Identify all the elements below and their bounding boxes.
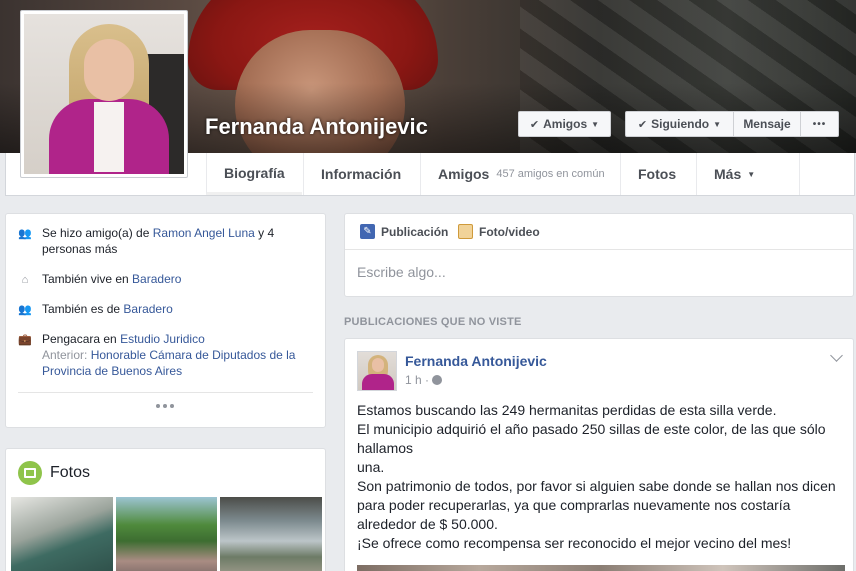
- intro-card: 👥 Se hizo amigo(a) de Ramon Angel Luna y…: [5, 213, 326, 428]
- intro-text: Se hizo amigo(a) de: [42, 226, 153, 240]
- avatar-shirt: [94, 102, 124, 172]
- tab-label: Información: [321, 166, 402, 182]
- check-icon: ✔: [637, 118, 648, 131]
- avatar-jacket: [362, 374, 394, 390]
- message-button-label: Mensaje: [743, 117, 791, 131]
- composer-tab-photo-label: Foto/video: [479, 224, 540, 239]
- intro-from-row: 👥 También es de Baradero: [18, 301, 173, 317]
- home-icon: ⌂: [21, 274, 29, 286]
- composer-tab-photo[interactable]: Foto/video: [458, 224, 540, 239]
- tab-more[interactable]: Más ▼: [696, 153, 800, 195]
- more-actions-button[interactable]: •••: [800, 111, 839, 137]
- intro-text: También vive en: [42, 272, 133, 286]
- tab-label: Biografía: [224, 164, 285, 181]
- caret-down-icon: ▼: [591, 119, 600, 129]
- photo-thumbnail[interactable]: [220, 497, 322, 571]
- composer-input[interactable]: Escribe algo...: [357, 264, 446, 280]
- hometown-link[interactable]: Baradero: [123, 302, 172, 316]
- post-line: El municipio adquirió el año pasado 250 …: [357, 421, 826, 456]
- avatar-head: [84, 39, 134, 101]
- friends-button-label: Amigos: [543, 117, 588, 131]
- tab-photos[interactable]: Fotos: [620, 153, 693, 195]
- post-card: Fernanda Antonijevic 1 h · Estamos busca…: [344, 338, 854, 571]
- intro-lives-text: También vive en Baradero: [42, 271, 181, 287]
- intro-from-text: También es de Baradero: [42, 301, 173, 317]
- intro-work-text: Pengacara en Estudio Juridico Anterior: …: [42, 331, 308, 379]
- intro-lives-row: ⌂ También vive en Baradero: [18, 271, 182, 287]
- intro-text: Pengacara en: [42, 332, 121, 346]
- composer-tab-post[interactable]: ✎ Publicación: [360, 224, 448, 239]
- friends-button[interactable]: ✔ Amigos ▼: [518, 111, 611, 137]
- divider: [18, 392, 313, 393]
- post-options-chevron-icon[interactable]: [830, 349, 843, 362]
- tab-about[interactable]: Información: [303, 153, 418, 195]
- check-icon: ✔: [529, 118, 540, 131]
- composer-tab-post-label: Publicación: [381, 224, 449, 239]
- following-button-label: Siguiendo: [651, 117, 710, 131]
- photo-thumbnail[interactable]: [11, 497, 113, 571]
- photos-title[interactable]: Fotos: [50, 464, 90, 482]
- post-author-avatar[interactable]: [357, 351, 397, 391]
- following-button[interactable]: ✔ Siguiendo ▼: [625, 111, 734, 137]
- tab-label: Amigos: [438, 166, 490, 182]
- see-more-dots-icon[interactable]: [156, 404, 176, 410]
- people-icon: 👥: [18, 228, 32, 240]
- intro-work-row: 💼 Pengacara en Estudio Juridico Anterior…: [18, 331, 308, 379]
- intro-friends-row: 👥 Se hizo amigo(a) de Ramon Angel Luna y…: [18, 225, 308, 257]
- profile-picture[interactable]: [20, 10, 188, 178]
- message-button[interactable]: Mensaje: [733, 111, 801, 137]
- photos-icon: [18, 461, 42, 485]
- workplace-link[interactable]: Estudio Juridico: [120, 332, 205, 346]
- post-timestamp[interactable]: 1 h ·: [405, 373, 429, 387]
- post-image[interactable]: [357, 565, 845, 571]
- divider: [345, 249, 853, 250]
- mutual-friends-count: 457 amigos en común: [496, 168, 605, 180]
- avatar-head: [372, 358, 384, 372]
- post-author-name[interactable]: Fernanda Antonijevic: [405, 353, 547, 369]
- caret-down-icon: ▼: [747, 169, 756, 179]
- photo-icon: [458, 224, 473, 239]
- people-icon: 👥: [18, 304, 32, 316]
- ellipsis-icon: •••: [812, 118, 827, 130]
- briefcase-icon: 💼: [18, 334, 32, 346]
- post-line: Estamos buscando las 249 hermanitas perd…: [357, 402, 777, 418]
- profile-picture-image: [24, 14, 184, 174]
- tab-label: Fotos: [638, 166, 677, 182]
- photos-card: Fotos: [5, 448, 326, 571]
- city-link[interactable]: Baradero: [132, 272, 181, 286]
- intro-text: También es de: [42, 302, 124, 316]
- pencil-icon: ✎: [360, 224, 375, 239]
- profile-name[interactable]: Fernanda Antonijevic: [205, 114, 428, 140]
- tab-timeline[interactable]: Biografía: [206, 153, 302, 195]
- friend-link[interactable]: Ramon Angel Luna: [153, 226, 255, 240]
- post-line: Son patrimonio de todos, por favor si al…: [357, 478, 836, 532]
- tab-friends[interactable]: Amigos 457 amigos en común: [420, 153, 622, 195]
- post-body: Estamos buscando las 249 hermanitas perd…: [357, 401, 847, 553]
- intro-friends-text: Se hizo amigo(a) de Ramon Angel Luna y 4…: [42, 225, 308, 257]
- post-meta: 1 h ·: [405, 373, 443, 387]
- previous-label: Anterior:: [42, 348, 91, 362]
- photo-thumbnail[interactable]: [116, 497, 217, 571]
- post-line: una.: [357, 459, 385, 475]
- tab-label: Más: [714, 166, 742, 182]
- section-header: PUBLICACIONES QUE NO VISTE: [344, 316, 522, 328]
- globe-icon: [432, 375, 443, 385]
- caret-down-icon: ▼: [713, 119, 722, 129]
- post-line: ¡Se ofrece como recompensa ser reconocid…: [357, 535, 792, 551]
- composer-card: ✎ Publicación Foto/video Escribe algo...: [344, 213, 854, 297]
